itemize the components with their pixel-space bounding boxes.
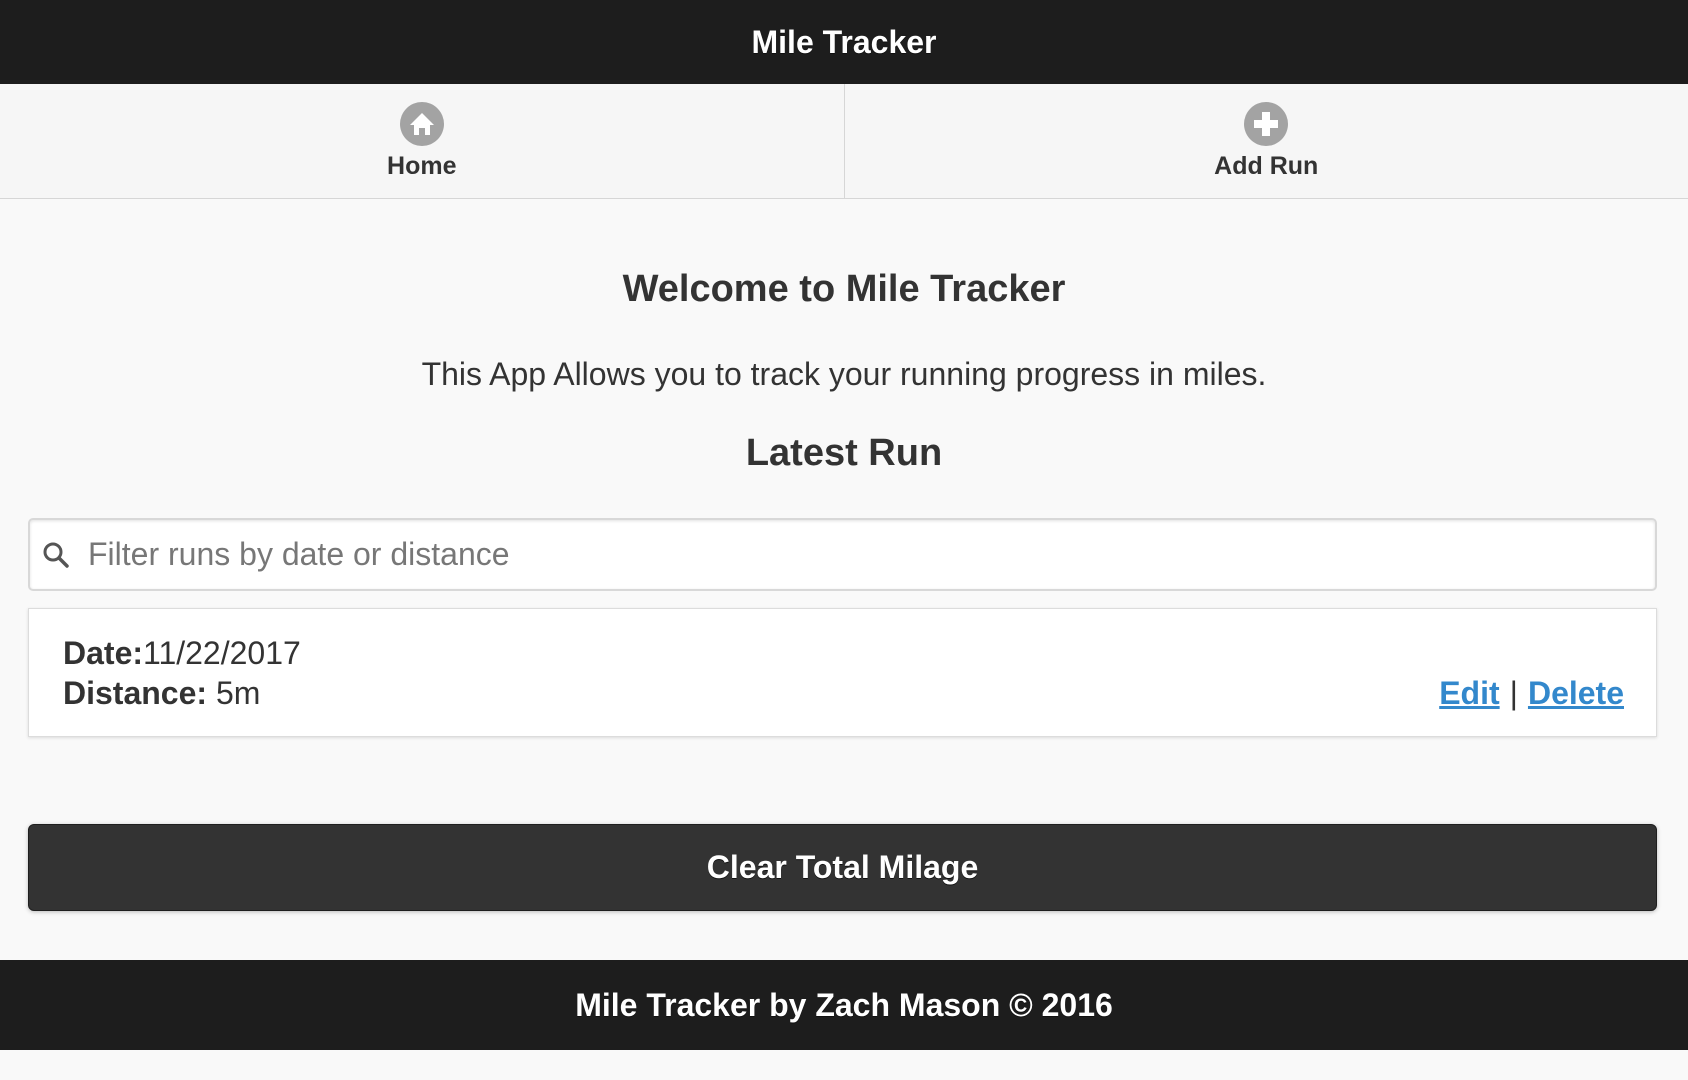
run-list-item: Date:11/22/2017 Distance: 5m Edit | Delete	[28, 608, 1657, 737]
nav-home-label: Home	[387, 151, 457, 180]
run-date: Date:11/22/2017	[63, 635, 301, 672]
clear-button-label: Clear Total Milage	[706, 849, 979, 885]
run-actions: Edit | Delete	[1439, 675, 1624, 712]
latest-run-heading: Latest Run	[745, 432, 943, 474]
home-icon	[399, 101, 444, 146]
welcome-heading: Welcome to Mile Tracker	[622, 268, 1066, 310]
filter-search-box	[28, 518, 1657, 591]
edit-run-link[interactable]: Edit	[1439, 675, 1499, 711]
search-icon	[42, 541, 70, 569]
tagline-text: This App Allows you to track your runnin…	[421, 356, 1267, 392]
action-separator: |	[1509, 675, 1518, 711]
app-header: Mile Tracker	[0, 0, 1688, 84]
plus-icon	[1244, 101, 1289, 146]
footer-text: Mile Tracker by Zach Mason © 2016	[575, 986, 1113, 1023]
run-date-value: 11/22/2017	[143, 635, 301, 671]
clear-total-milage-button[interactable]: Clear Total Milage	[28, 824, 1657, 911]
delete-run-link[interactable]: Delete	[1528, 675, 1624, 711]
nav-add-run-label: Add Run	[1214, 151, 1319, 180]
app-title: Mile Tracker	[751, 23, 937, 60]
nav-home-button[interactable]: Home	[0, 84, 844, 198]
run-date-label: Date:	[63, 635, 144, 671]
run-distance-value: 5m	[207, 675, 261, 711]
navbar: Home Add Run	[0, 84, 1688, 199]
app-footer: Mile Tracker by Zach Mason © 2016	[0, 960, 1688, 1050]
nav-add-run-button[interactable]: Add Run	[843, 84, 1688, 198]
run-distance-label: Distance:	[63, 675, 208, 711]
run-distance: Distance: 5m	[63, 675, 260, 712]
filter-runs-input[interactable]	[86, 524, 1655, 585]
